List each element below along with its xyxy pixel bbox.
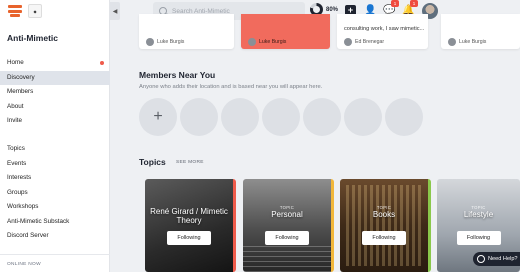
member-placeholder [262, 98, 300, 136]
help-icon [477, 255, 485, 263]
sidebar-secondary-nav: Topics Events Interests Groups Workshops… [0, 142, 110, 244]
sidebar-item-label: About [7, 102, 24, 110]
online-now-label: ONLINE NOW [7, 262, 41, 267]
topic-name: Personal [271, 210, 303, 219]
following-button[interactable]: Following [167, 231, 211, 245]
author-name: Luke Burgis [459, 39, 487, 45]
sidebar-item-members[interactable]: Members [0, 85, 110, 100]
sidebar-item-substack[interactable]: Anti-Mimetic Substack [0, 215, 110, 230]
plus-icon: + [153, 108, 163, 125]
collapse-sidebar-button[interactable]: ◀ [110, 2, 120, 20]
post-card[interactable]: consulting work, I saw mimetic... Ed Bre… [337, 14, 428, 49]
following-button[interactable]: Following [265, 231, 309, 245]
progress-percent: 80% [326, 6, 339, 13]
sidebar-item-topics[interactable]: Topics [0, 142, 110, 157]
post-author[interactable]: Luke Burgis [146, 38, 184, 46]
post-author[interactable]: Luke Burgis [248, 38, 286, 46]
author-avatar [146, 38, 154, 46]
member-placeholder [344, 98, 382, 136]
sidebar-divider [0, 254, 110, 255]
topics-title: Topics [139, 157, 166, 167]
sidebar-item-invite[interactable]: Invite [0, 114, 110, 129]
notifications-badge: 1 [410, 0, 418, 7]
members-near-subtitle: Anyone who adds their location and is ba… [139, 84, 323, 90]
logo[interactable]: ◆ [8, 4, 42, 18]
topic-name: René Girard / Mimetic Theory [150, 207, 228, 225]
topic-image [243, 244, 331, 272]
sidebar-item-label: Groups [7, 188, 28, 196]
post-card-highlighted[interactable]: Luke Burgis [241, 14, 330, 49]
following-button[interactable]: Following [362, 231, 406, 245]
community-title: Anti-Mimetic [7, 33, 58, 43]
author-name: Luke Burgis [157, 39, 185, 45]
following-button[interactable]: Following [456, 231, 501, 245]
topic-card-books[interactable]: TOPIC Books Following [340, 179, 431, 272]
sidebar-item-label: Workshops [7, 203, 39, 210]
add-member-button[interactable]: + [139, 98, 177, 136]
author-avatar [448, 38, 456, 46]
need-help-button[interactable]: Need Help? [473, 252, 520, 266]
topic-image [346, 185, 422, 266]
chevron-left-icon: ◀ [112, 8, 118, 15]
member-placeholder [385, 98, 423, 136]
sidebar-item-label: Events [7, 159, 27, 167]
post-snippet: consulting work, I saw mimetic... [344, 26, 425, 32]
brand-logo-icon [8, 4, 22, 18]
sidebar-primary-nav: Home Discovery Members About Invite [0, 56, 110, 129]
author-name: Ed Brenegar [355, 39, 385, 45]
community-badge-icon: ◆ [28, 4, 42, 18]
sidebar-item-label: Members [7, 88, 34, 95]
sidebar-item-interests[interactable]: Interests [0, 171, 110, 186]
post-author[interactable]: Ed Brenegar [344, 38, 384, 46]
need-help-label: Need Help? [488, 256, 518, 262]
sidebar-item-events[interactable]: Events [0, 157, 110, 172]
member-placeholder [180, 98, 218, 136]
sidebar-item-label: Discord Server [7, 232, 49, 239]
sidebar-item-label: Topics [7, 145, 25, 152]
sidebar-item-label: Home [7, 59, 24, 66]
sidebar-item-discord[interactable]: Discord Server [0, 229, 110, 244]
sidebar-item-home[interactable]: Home [0, 56, 110, 71]
topic-name: Books [372, 210, 396, 219]
sidebar-item-label: Anti-Mimetic Substack [7, 217, 70, 225]
topic-card-personal[interactable]: TOPIC Personal Following [243, 179, 334, 272]
topic-name: Lifestyle [463, 210, 494, 219]
sidebar-item-label: Invite [7, 117, 23, 124]
sidebar-item-about[interactable]: About [0, 100, 110, 115]
sidebar-item-workshops[interactable]: Workshops [0, 200, 110, 215]
sidebar-item-discovery[interactable]: Discovery [0, 70, 110, 85]
member-placeholder [303, 98, 341, 136]
author-avatar [248, 38, 256, 46]
notification-dot [100, 61, 104, 65]
sidebar: ◆ Anti-Mimetic Home Discovery Members Ab… [0, 0, 110, 272]
author-name: Luke Burgis [259, 39, 287, 45]
author-avatar [344, 38, 352, 46]
members-near-title: Members Near You [139, 70, 216, 80]
member-placeholder [221, 98, 259, 136]
topic-card-mimetic-theory[interactable]: René Girard / Mimetic Theory Following [145, 179, 236, 272]
see-more-link[interactable]: SEE MORE [176, 160, 204, 165]
sidebar-item-label: Discovery [7, 73, 35, 81]
sidebar-item-groups[interactable]: Groups [0, 186, 110, 201]
post-card[interactable]: Luke Burgis [441, 14, 520, 49]
messages-badge: 1 [391, 0, 399, 7]
post-author[interactable]: Luke Burgis [448, 38, 486, 46]
sidebar-item-label: Interests [7, 174, 32, 181]
post-card[interactable]: Luke Burgis [139, 14, 234, 49]
